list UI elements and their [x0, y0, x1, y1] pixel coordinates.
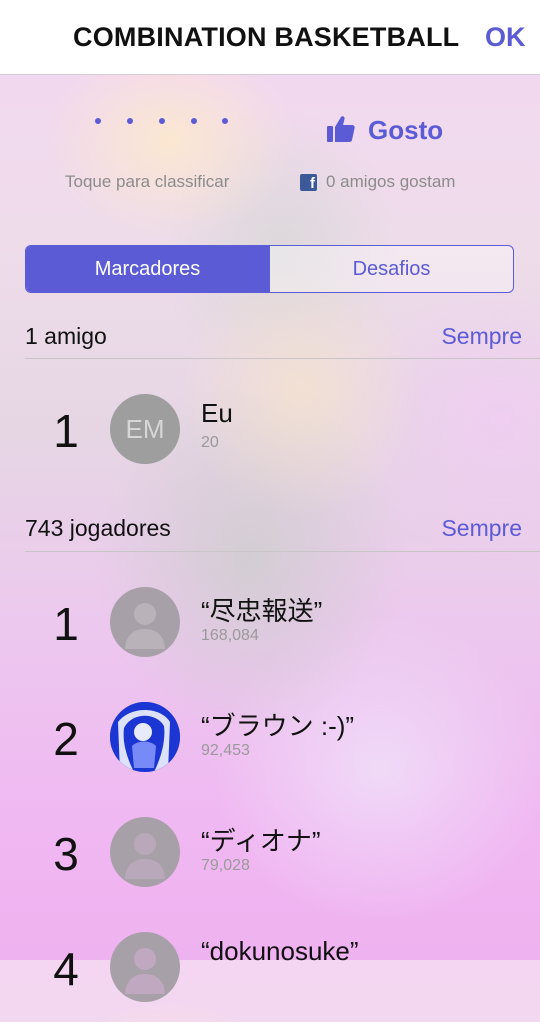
- rank: 3: [53, 828, 79, 880]
- ok-button[interactable]: OK: [485, 22, 526, 53]
- thumbs-up-icon: [327, 116, 355, 142]
- player-row[interactable]: 2 “ブラウン :-)” 92,453: [0, 702, 540, 792]
- rating-dot-2[interactable]: [127, 118, 133, 124]
- person-placeholder-icon: [110, 817, 180, 887]
- page-title: COMBINATION BASKETBALL: [73, 22, 460, 52]
- friends-like-count: 0 amigos gostam: [326, 172, 456, 191]
- rating-dot-1[interactable]: [95, 118, 101, 124]
- player-score: 79,028: [201, 857, 250, 874]
- players-section-header: 743 jogadores Sempre: [25, 515, 540, 549]
- tab-marcadores[interactable]: Marcadores: [26, 246, 269, 292]
- friend-row[interactable]: 1 EM Eu 20: [0, 394, 540, 484]
- rating-dot-4[interactable]: [191, 118, 197, 124]
- player-name: “ディオナ”: [201, 826, 321, 856]
- players-count: 743 jogadores: [25, 515, 171, 541]
- facebook-icon: f: [300, 174, 317, 191]
- players-time-filter[interactable]: Sempre: [441, 515, 522, 542]
- player-name: Eu: [201, 398, 233, 428]
- friends-count: 1 amigo: [25, 323, 107, 349]
- player-name: “dokunosuke”: [201, 936, 359, 966]
- avatar: EM: [110, 394, 180, 464]
- player-name: “尽忠報送”: [201, 596, 323, 626]
- player-row[interactable]: 4 “dokunosuke”: [0, 932, 540, 1022]
- rank: 2: [53, 713, 79, 765]
- friends-time-filter[interactable]: Sempre: [441, 323, 522, 350]
- player-score: 20: [201, 434, 219, 451]
- rating-dot-5[interactable]: [222, 118, 228, 124]
- player-score: 92,453: [201, 742, 250, 759]
- rating-control[interactable]: [90, 118, 235, 138]
- navigation-bar: COMBINATION BASKETBALL OK: [0, 0, 540, 75]
- friends-section-header: 1 amigo Sempre: [25, 323, 540, 357]
- rating-hint: Toque para classificar: [65, 172, 230, 191]
- divider: [25, 358, 540, 359]
- rank: 4: [53, 943, 79, 995]
- tab-desafios[interactable]: Desafios: [269, 246, 513, 292]
- leaderboard-tabs: Marcadores Desafios: [25, 245, 514, 293]
- player-name: “ブラウン :-)”: [201, 711, 355, 741]
- rank: 1: [53, 405, 79, 457]
- person-placeholder-icon: [110, 587, 180, 657]
- like-label: Gosto: [368, 115, 444, 145]
- player-row[interactable]: 1 “尽忠報送” 168,084: [0, 587, 540, 677]
- rank: 1: [53, 598, 79, 650]
- rating-dot-3[interactable]: [159, 118, 165, 124]
- player-score: 168,084: [201, 627, 259, 644]
- user-photo-avatar: [110, 702, 180, 772]
- player-row[interactable]: 3 “ディオナ” 79,028: [0, 817, 540, 907]
- person-placeholder-icon: [110, 932, 180, 1002]
- divider: [25, 551, 540, 552]
